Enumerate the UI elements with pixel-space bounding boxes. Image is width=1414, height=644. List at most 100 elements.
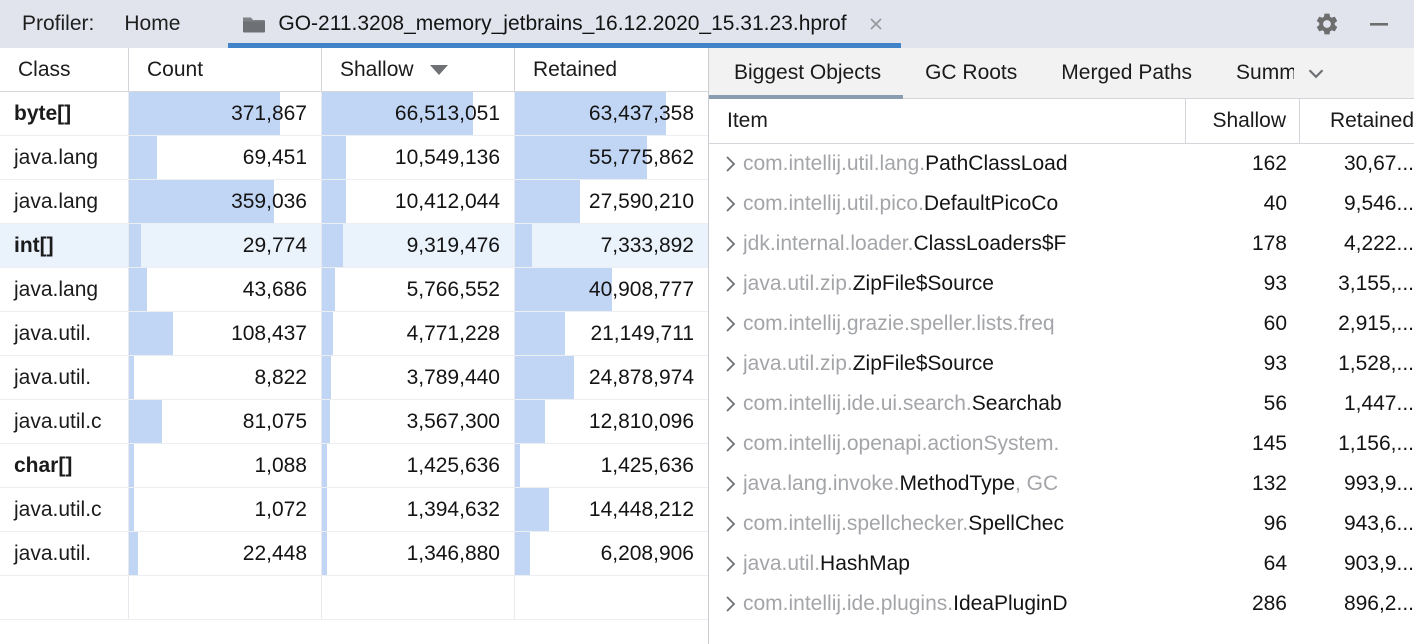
tab-summary[interactable]: Summary bbox=[1214, 48, 1294, 98]
tree-row[interactable]: java.util.zip.ZipFile$Source931,528,... bbox=[709, 344, 1414, 384]
tree-item-label: java.util.zip.ZipFile$Source bbox=[743, 352, 1186, 376]
tab-biggest-objects[interactable]: Biggest Objects bbox=[709, 48, 903, 98]
table-row[interactable]: java.lang69,45110,549,13655,775,862 bbox=[0, 136, 708, 180]
cell-retained: 14,448,212 bbox=[515, 488, 708, 531]
detail-column-header-item[interactable]: Item bbox=[709, 99, 1186, 143]
cell-class: java.lang bbox=[0, 180, 129, 223]
chevron-right-icon[interactable] bbox=[709, 473, 743, 495]
tree-row[interactable]: com.intellij.openapi.actionSystem.1451,1… bbox=[709, 424, 1414, 464]
chevron-right-icon[interactable] bbox=[709, 593, 743, 615]
cell-retained: 6,208,906 bbox=[515, 532, 708, 575]
tree-cell-shallow: 286 bbox=[1186, 592, 1300, 616]
cell-retained-text: 21,149,711 bbox=[590, 322, 694, 346]
chevron-right-icon[interactable] bbox=[709, 393, 743, 415]
chevron-down-icon[interactable] bbox=[1294, 48, 1338, 98]
table-row[interactable]: byte[]371,86766,513,05163,437,358 bbox=[0, 92, 708, 136]
column-header-class-label: Class bbox=[18, 58, 71, 82]
cell-retained-text: 7,333,892 bbox=[601, 234, 694, 258]
value-bar bbox=[129, 444, 134, 487]
tree-row[interactable]: com.intellij.util.lang.PathClassLoad1623… bbox=[709, 144, 1414, 184]
chevron-right-icon[interactable] bbox=[709, 233, 743, 255]
table-row[interactable]: java.util.8,8223,789,44024,878,974 bbox=[0, 356, 708, 400]
tree-item-suffix: , GC bbox=[1015, 472, 1058, 495]
cell-shallow: 4,771,228 bbox=[322, 312, 515, 355]
tree-row[interactable]: com.intellij.ide.plugins.IdeaPluginD2868… bbox=[709, 584, 1414, 624]
cell-shallow-text: 9,319,476 bbox=[407, 234, 500, 258]
tree-row[interactable]: java.util.zip.ZipFile$Source933,155,... bbox=[709, 264, 1414, 304]
tree-row[interactable]: java.util.HashMap64903,9... bbox=[709, 544, 1414, 584]
tree-row[interactable]: com.intellij.ide.ui.search.Searchab561,4… bbox=[709, 384, 1414, 424]
cell-retained: 1,425,636 bbox=[515, 444, 708, 487]
cell-retained bbox=[515, 576, 708, 619]
table-row[interactable] bbox=[0, 576, 708, 620]
cell-count: 81,075 bbox=[129, 400, 322, 443]
table-row[interactable]: java.util.22,4481,346,8806,208,906 bbox=[0, 532, 708, 576]
cell-shallow-text: 5,766,552 bbox=[407, 278, 500, 302]
tree-item-class: ClassLoaders$F bbox=[913, 232, 1066, 255]
table-row[interactable]: java.lang359,03610,412,04427,590,210 bbox=[0, 180, 708, 224]
cell-retained-text: 55,775,862 bbox=[589, 146, 694, 170]
cell-retained: 55,775,862 bbox=[515, 136, 708, 179]
tab-gc-roots[interactable]: GC Roots bbox=[903, 48, 1039, 98]
table-row[interactable]: java.lang43,6865,766,55240,908,777 bbox=[0, 268, 708, 312]
chevron-right-icon[interactable] bbox=[709, 273, 743, 295]
tree-item-package: java.lang.invoke. bbox=[743, 472, 899, 495]
detail-tabs: Biggest Objects GC RootsMerged PathsSumma… bbox=[709, 48, 1414, 99]
home-tab[interactable]: Home bbox=[94, 0, 180, 48]
cell-class: java.util.c bbox=[0, 400, 129, 443]
cell-retained: 63,437,358 bbox=[515, 92, 708, 135]
tree-item-package: java.util.zip. bbox=[743, 272, 853, 295]
tree-item-label: com.intellij.util.lang.PathClassLoad bbox=[743, 152, 1186, 176]
tree-item-package: com.intellij.grazie.speller.lists.freq bbox=[743, 312, 1055, 335]
tree-row[interactable]: jdk.internal.loader.ClassLoaders$F1784,2… bbox=[709, 224, 1414, 264]
tree-item-label: com.intellij.ide.plugins.IdeaPluginD bbox=[743, 592, 1186, 616]
chevron-right-icon[interactable] bbox=[709, 433, 743, 455]
sort-desc-icon bbox=[430, 65, 448, 75]
column-header-count[interactable]: Count bbox=[129, 48, 322, 91]
tree-cell-shallow: 64 bbox=[1186, 552, 1300, 576]
tab-merged-paths[interactable]: Merged Paths bbox=[1039, 48, 1214, 98]
tree-row[interactable]: com.intellij.grazie.speller.lists.freq60… bbox=[709, 304, 1414, 344]
profiler-label: Profiler: bbox=[0, 0, 94, 48]
table-row[interactable]: java.util.c81,0753,567,30012,810,096 bbox=[0, 400, 708, 444]
minimize-icon[interactable] bbox=[1366, 11, 1392, 37]
column-header-retained[interactable]: Retained bbox=[515, 48, 708, 91]
value-bar bbox=[129, 488, 134, 531]
cell-shallow: 1,394,632 bbox=[322, 488, 515, 531]
cell-shallow-text: 1,425,636 bbox=[407, 454, 500, 478]
tree-item-class: DefaultPicoCo bbox=[924, 192, 1058, 215]
table-row[interactable]: int[]29,7749,319,4767,333,892 bbox=[0, 224, 708, 268]
chevron-right-icon[interactable] bbox=[709, 553, 743, 575]
cell-retained: 24,878,974 bbox=[515, 356, 708, 399]
tree-row[interactable]: java.lang.invoke.MethodType, GC 132993,9… bbox=[709, 464, 1414, 504]
cell-count-text: 43,686 bbox=[243, 278, 307, 302]
table-row[interactable]: java.util.108,4374,771,22821,149,711 bbox=[0, 312, 708, 356]
value-bar bbox=[322, 136, 346, 179]
cell-shallow: 1,425,636 bbox=[322, 444, 515, 487]
tree-row[interactable]: com.intellij.util.pico.DefaultPicoCo409,… bbox=[709, 184, 1414, 224]
file-tab[interactable]: GO-211.3208_memory_jetbrains_16.12.2020_… bbox=[228, 0, 900, 48]
column-header-class[interactable]: Class bbox=[0, 48, 129, 91]
chevron-right-icon[interactable] bbox=[709, 513, 743, 535]
detail-column-header-shallow[interactable]: Shallow bbox=[1186, 99, 1300, 143]
tree-item-class: SpellChec bbox=[968, 512, 1064, 535]
folder-icon bbox=[242, 15, 266, 34]
table-row[interactable]: char[]1,0881,425,6361,425,636 bbox=[0, 444, 708, 488]
tab-label: Biggest Objects bbox=[734, 61, 881, 85]
value-bar bbox=[515, 532, 530, 575]
detail-column-header-retained[interactable]: Retained bbox=[1300, 99, 1414, 143]
tree-cell-shallow: 96 bbox=[1186, 512, 1300, 536]
value-bar bbox=[322, 356, 331, 399]
close-icon[interactable] bbox=[865, 13, 887, 35]
chevron-right-icon[interactable] bbox=[709, 193, 743, 215]
gear-icon[interactable] bbox=[1314, 11, 1340, 37]
chevron-right-icon[interactable] bbox=[709, 353, 743, 375]
tree-cell-retained: 9,546... bbox=[1300, 192, 1414, 216]
table-row[interactable]: java.util.c1,0721,394,63214,448,212 bbox=[0, 488, 708, 532]
chevron-right-icon[interactable] bbox=[709, 313, 743, 335]
column-header-shallow[interactable]: Shallow bbox=[322, 48, 515, 91]
cell-shallow-text: 3,789,440 bbox=[407, 366, 500, 390]
tree-item-package: com.intellij.spellchecker. bbox=[743, 512, 968, 535]
tree-row[interactable]: com.intellij.spellchecker.SpellChec96943… bbox=[709, 504, 1414, 544]
chevron-right-icon[interactable] bbox=[709, 153, 743, 175]
